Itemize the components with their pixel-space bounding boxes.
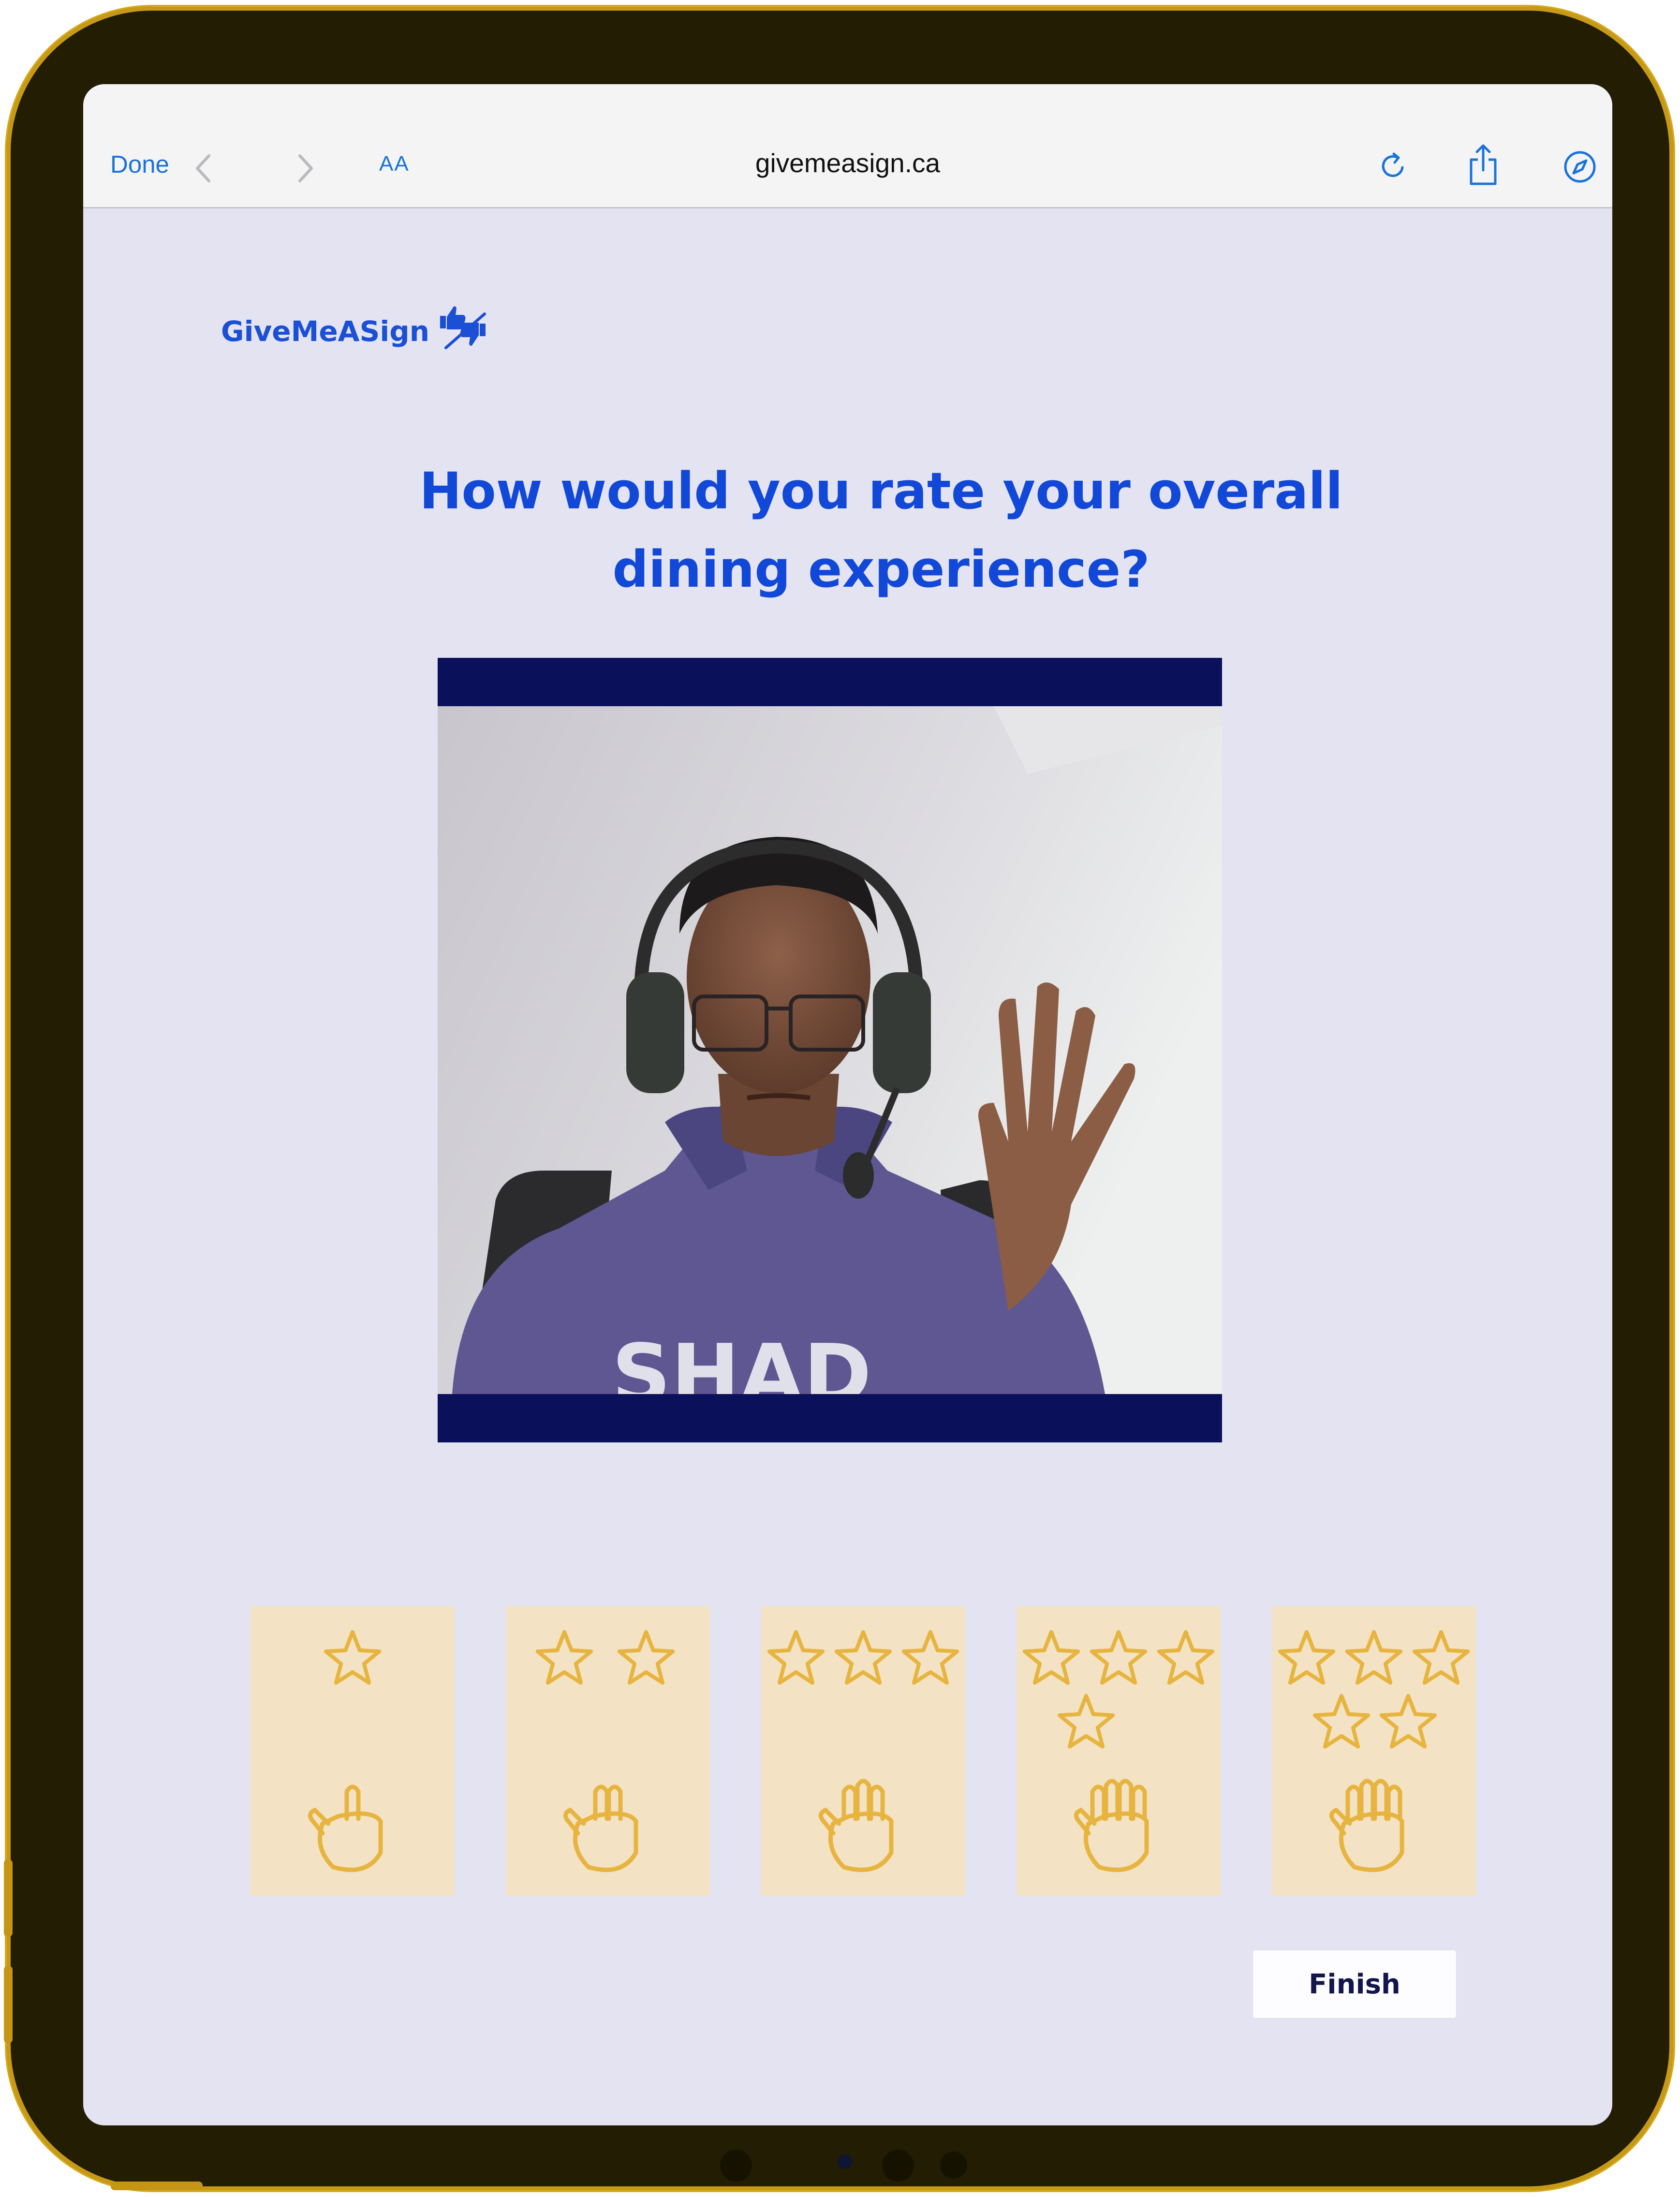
browser-toolbar: Done AA givemeasign.ca bbox=[83, 84, 1612, 208]
webcam-image: SHAD bbox=[438, 706, 1222, 1394]
rating-option-graphic bbox=[535, 1630, 675, 1872]
one-finger-hand-icon bbox=[308, 1784, 383, 1872]
two-finger-hand-icon bbox=[563, 1784, 638, 1872]
star-icon bbox=[1345, 1630, 1403, 1685]
logo-text: GiveMeASign bbox=[221, 315, 430, 348]
sensor-dot bbox=[882, 2150, 914, 2182]
star-icon bbox=[1379, 1694, 1437, 1749]
rating-option-3[interactable] bbox=[761, 1606, 965, 1896]
rating-option-graphic bbox=[308, 1630, 383, 1872]
star-icon bbox=[1412, 1630, 1470, 1685]
tablet-frame: Done AA givemeasign.ca GiveMeASign How w… bbox=[4, 7, 1673, 2190]
four-finger-hand-icon bbox=[1074, 1779, 1149, 1872]
share-icon[interactable] bbox=[1466, 143, 1500, 187]
rating-option-4[interactable] bbox=[1017, 1606, 1221, 1896]
star-icon bbox=[1090, 1630, 1148, 1685]
star-icon bbox=[1057, 1694, 1115, 1749]
survey-question: How would you rate your overall dining e… bbox=[419, 461, 1343, 599]
thumbs-up-down-icon bbox=[440, 306, 486, 349]
star-icon bbox=[324, 1630, 382, 1685]
sensor-dot bbox=[720, 2150, 752, 2182]
rating-option-1[interactable] bbox=[251, 1606, 455, 1896]
rating-option-graphic bbox=[767, 1630, 959, 1872]
sensor-dot bbox=[940, 2152, 967, 2179]
star-icon bbox=[1278, 1630, 1336, 1685]
front-camera bbox=[838, 2154, 852, 2169]
rating-option-5[interactable] bbox=[1272, 1606, 1476, 1896]
five-finger-hand-icon bbox=[1329, 1779, 1404, 1872]
rating-option-graphic bbox=[1022, 1630, 1215, 1872]
browser-screen: Done AA givemeasign.ca GiveMeASign How w… bbox=[83, 84, 1612, 2125]
star-icon bbox=[1022, 1630, 1080, 1685]
three-finger-hand-icon bbox=[818, 1779, 894, 1872]
finish-button[interactable]: Finish bbox=[1253, 1950, 1457, 2019]
camera-feed: SHAD bbox=[438, 658, 1222, 1442]
rating-option-2[interactable] bbox=[506, 1606, 710, 1896]
volume-down-button bbox=[4, 1966, 13, 2043]
star-icon bbox=[535, 1630, 593, 1685]
svg-text:SHAD: SHAD bbox=[612, 1327, 871, 1394]
star-icon bbox=[767, 1630, 825, 1685]
reload-icon[interactable] bbox=[1379, 151, 1408, 182]
star-icon bbox=[901, 1630, 959, 1685]
top-button bbox=[111, 2182, 203, 2190]
camera-frame: SHAD bbox=[438, 706, 1222, 1394]
compass-icon[interactable] bbox=[1563, 150, 1597, 184]
rating-option-graphic bbox=[1278, 1630, 1470, 1872]
volume-up-button bbox=[4, 1859, 13, 1937]
star-icon bbox=[834, 1630, 892, 1685]
star-icon bbox=[1157, 1630, 1215, 1685]
site-logo[interactable]: GiveMeASign bbox=[221, 306, 489, 353]
rating-options bbox=[251, 1606, 1476, 1896]
star-icon bbox=[617, 1630, 675, 1685]
star-icon bbox=[1312, 1694, 1371, 1749]
